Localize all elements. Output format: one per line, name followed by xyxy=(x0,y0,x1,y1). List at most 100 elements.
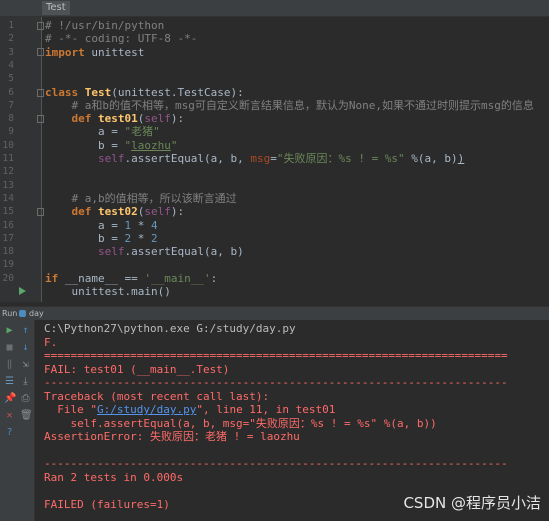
watermark: CSDN @程序员小洁 xyxy=(403,494,541,512)
code-line-10: b = "laozhu" xyxy=(45,138,178,152)
clear-all-icon[interactable]: 🗑 xyxy=(20,410,33,421)
line-number: 2 xyxy=(8,33,14,45)
console-line: Ran 2 tests in 0.000s xyxy=(44,470,184,484)
code-line-20: unittest.main() xyxy=(45,285,171,298)
close-icon[interactable]: ✕ xyxy=(4,410,15,421)
code-text: %(a, b) xyxy=(404,152,458,165)
line-number: 10 xyxy=(2,139,14,151)
line-number: 17 xyxy=(2,232,14,244)
console-text: File " xyxy=(44,403,97,416)
code-line-15: a = 1 * 4 xyxy=(45,219,158,232)
run-config-tab[interactable]: day xyxy=(29,307,44,320)
run-toolbar: ▶ ■ ‖ ☰ 📌 ✕ ? ↑ ↓ ⇲ ⤓ ⎙ 🗑 xyxy=(0,320,35,521)
code-line-8: def test01(self): xyxy=(45,112,184,125)
string-literal: "失败原因：%s ! = %s" xyxy=(276,152,405,165)
console-line: FAILED (failures=1) xyxy=(44,497,170,511)
keyword-if: if xyxy=(45,271,59,285)
fold-marker-icon[interactable] xyxy=(37,48,44,56)
line-number: 12 xyxy=(2,166,14,178)
line-number: 13 xyxy=(2,179,14,191)
code-line-14: def test02(self): xyxy=(45,205,184,218)
code-text: (unittest.TestCase): xyxy=(111,85,244,99)
code-text: ): xyxy=(170,112,185,126)
code-line-7: # a和b的值不相等，msg可自定义断言结果信息，默认为None,如果不通过时则… xyxy=(45,98,534,112)
console-line: Traceback (most recent call last): xyxy=(44,389,270,403)
console-separator: ----------------------------------------… xyxy=(44,376,508,389)
code-line-3: import unittest xyxy=(45,46,144,59)
line-number-gutter: 1 2 3 4 5 6 7 8 9 10 11 12 13 14 15 16 1… xyxy=(0,17,44,302)
keyword-def: def xyxy=(45,205,92,219)
print-icon[interactable]: ⎙ xyxy=(20,393,31,404)
code-line-17: self.assertEqual(a, b) xyxy=(45,245,244,258)
layout-icon[interactable]: ☰ xyxy=(4,376,15,387)
run-panel-header: Run day xyxy=(0,306,549,321)
line-number: 14 xyxy=(2,192,14,204)
code-line-13: # a,b的值相等，所以该断言通过 xyxy=(45,191,237,205)
code-line-2: # -*- coding: UTF-8 -*- xyxy=(45,32,198,46)
keyword-class: class xyxy=(45,85,79,99)
code-line-11: self.assertEqual(a, b, msg="失败原因：%s ! = … xyxy=(45,152,464,165)
pin-icon[interactable]: 📌 xyxy=(4,393,16,404)
code-text: ) xyxy=(457,152,465,165)
help-icon[interactable]: ? xyxy=(4,427,15,438)
pause-icon[interactable]: ‖ xyxy=(4,359,15,370)
line-number: 11 xyxy=(2,153,14,164)
code-line-9: a = "老猪" xyxy=(45,125,160,138)
keyword-import: import xyxy=(45,45,85,59)
code-text: b = xyxy=(45,138,125,152)
editor-tab-bar: Test xyxy=(0,0,549,17)
fold-marker-icon[interactable] xyxy=(37,89,44,97)
param-name: msg xyxy=(250,152,271,165)
self-keyword: self xyxy=(45,152,125,165)
console-line: FAIL: test01 (__main__.Test) xyxy=(44,362,230,376)
scroll-to-end-icon[interactable]: ⤓ xyxy=(20,376,31,387)
code-text: b = xyxy=(45,231,125,245)
code-text: a = xyxy=(45,125,125,139)
fold-marker-icon[interactable] xyxy=(37,208,44,216)
scroll-down-icon[interactable]: ↓ xyxy=(20,342,31,353)
number-literal: 4 xyxy=(150,218,158,232)
console-line: self.assertEqual(a, b, msg="失败原因：%s ! = … xyxy=(44,416,437,430)
stop-icon[interactable]: ■ xyxy=(4,342,15,353)
line-number: 8 xyxy=(8,113,14,125)
string-literal: "老猪" xyxy=(124,125,160,139)
console-output[interactable]: C:\Python27\python.exe G:/study/day.py F… xyxy=(40,320,549,521)
line-number: 7 xyxy=(8,99,14,111)
file-link[interactable]: G:/study/day.py xyxy=(97,403,196,416)
python-icon xyxy=(19,310,26,317)
code-text: .assertEqual(a, b) xyxy=(124,245,244,259)
line-number: 19 xyxy=(2,259,14,271)
console-line: File "G:/study/day.py", line 11, in test… xyxy=(44,403,335,417)
code-line-19: if __name__ == '__main__': xyxy=(45,272,217,285)
console-separator: ========================================… xyxy=(44,349,508,362)
line-number: 3 xyxy=(8,46,14,58)
console-command: C:\Python27\python.exe G:/study/day.py xyxy=(44,322,296,335)
fold-marker-icon[interactable] xyxy=(37,115,44,123)
code-text: __name__ == xyxy=(58,271,145,285)
self-keyword: self xyxy=(45,245,125,259)
fold-marker-icon[interactable] xyxy=(37,22,44,30)
line-number: 1 xyxy=(8,20,14,31)
console-text: ", line 11, in test01 xyxy=(196,403,336,416)
run-label: Run xyxy=(2,309,18,318)
console-line: F. xyxy=(44,335,58,349)
self-keyword: self xyxy=(144,112,171,126)
function-name: test02 xyxy=(91,205,138,219)
rerun-icon[interactable]: ▶ xyxy=(4,325,15,336)
line-number: 15 xyxy=(2,206,14,218)
class-name: Test xyxy=(78,85,112,99)
code-text: .assertEqual(a, b, xyxy=(124,152,251,165)
self-keyword: self xyxy=(144,205,171,219)
soft-wrap-icon[interactable]: ⇲ xyxy=(20,359,31,370)
console-line: AssertionError: 失败原因：老猪 ! = laozhu xyxy=(44,430,300,443)
scroll-up-icon[interactable]: ↑ xyxy=(20,325,31,336)
code-editor[interactable]: # !/usr/bin/python # -*- coding: UTF-8 -… xyxy=(45,17,549,302)
string-literal: laozhu xyxy=(131,138,171,152)
code-text: ): xyxy=(170,205,185,219)
run-gutter-icon[interactable] xyxy=(19,287,26,295)
line-number: 4 xyxy=(8,59,14,71)
line-number: 16 xyxy=(2,219,14,231)
code-text: * xyxy=(131,218,151,232)
line-number: 20 xyxy=(2,272,14,284)
file-tab-test[interactable]: Test xyxy=(42,1,70,15)
